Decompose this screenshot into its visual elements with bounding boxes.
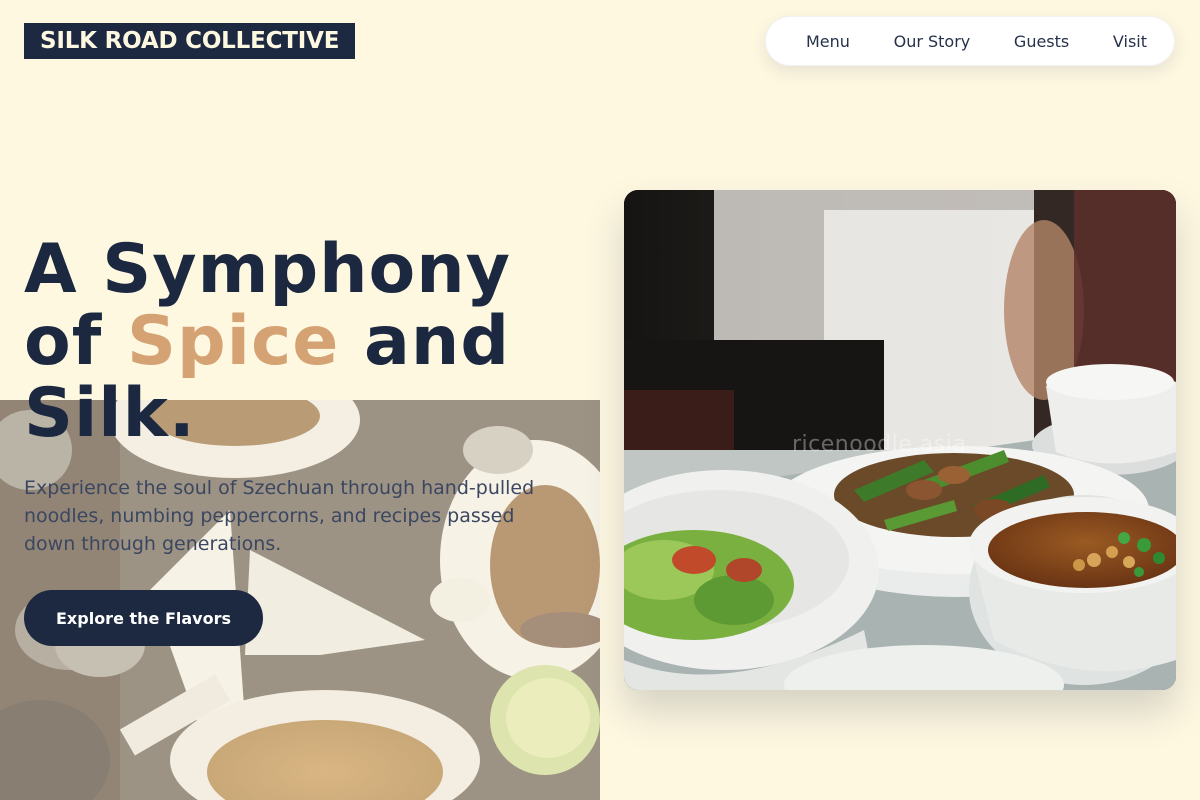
landing-page: SILK ROAD COLLECTIVE Menu Our Story Gues… [0,0,1200,800]
main-nav: Menu Our Story Guests Visit [765,16,1175,66]
nav-link-visit[interactable]: Visit [1113,32,1147,51]
hero-title-and: and [339,302,511,381]
hero-photo-card: ricenoodle.asia [624,190,1176,690]
nav-link-menu[interactable]: Menu [806,32,850,51]
hero-title-line3: Silk. [24,374,196,453]
hero-title-of: of [24,302,127,381]
nav-link-guests[interactable]: Guests [1014,32,1069,51]
hero-subtitle: Experience the soul of Szechuan through … [24,477,535,555]
nav-link-our-story[interactable]: Our Story [894,32,971,51]
photo-watermark: ricenoodle.asia [792,432,967,457]
hero-title: A Symphony of Spice and Silk. [24,234,584,450]
hero-title-line1: A Symphony [24,230,511,309]
hero-title-accent: Spice [126,302,340,381]
brand-logo[interactable]: SILK ROAD COLLECTIVE [24,23,356,59]
explore-flavors-button[interactable]: Explore the Flavors [24,590,263,646]
